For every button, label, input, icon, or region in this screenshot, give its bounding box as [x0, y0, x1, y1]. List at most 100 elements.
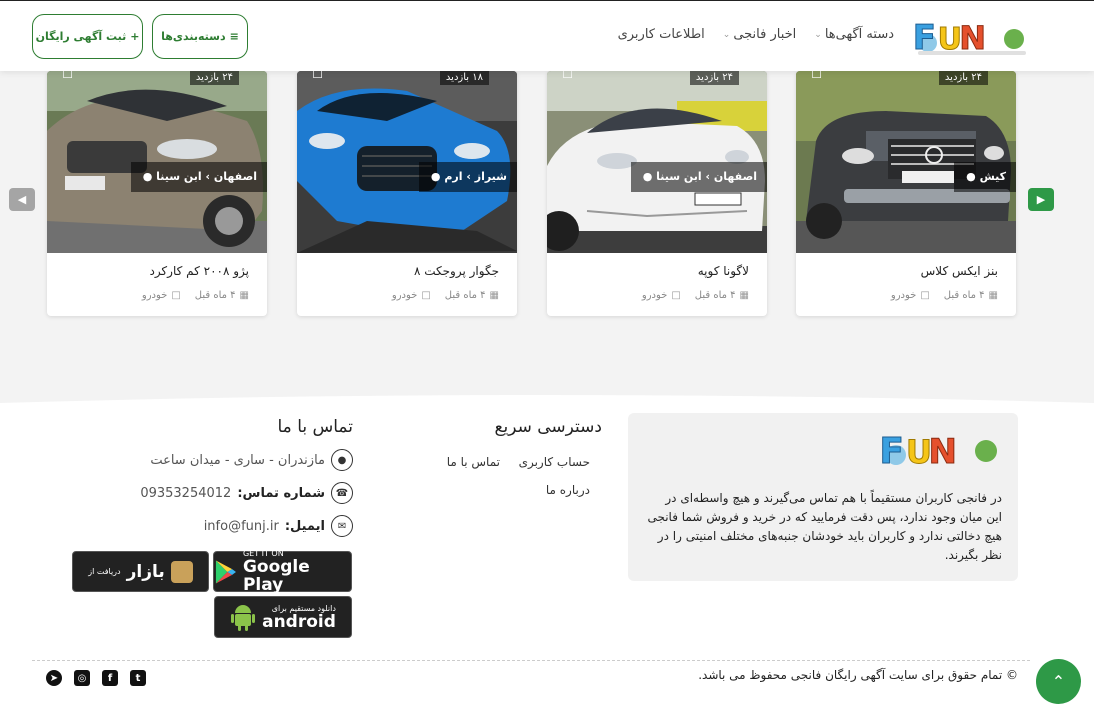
ad-time-text: ۴ ماه قبل [444, 290, 486, 301]
bazaar-big-text: بازار [126, 561, 165, 582]
ad-image[interactable]: ۲۴ بازدید ☐ اصفهان › ابن سینا ● [547, 71, 767, 253]
map-marker-icon: ● [331, 449, 353, 471]
nav-item-label: دسته آگهی‌ها [824, 27, 894, 42]
bazaar-small-text: دریافت از [88, 567, 121, 576]
location-tag: شیراز › ارم ● [418, 162, 517, 192]
instagram-icon[interactable]: ◎ [74, 670, 90, 686]
ad-carousel: ۲۴ بازدید ☐ کیش ● بنز ایکس کلاس ▦ ۴ ماه ق… [0, 71, 1094, 321]
chevron-down-icon: ⌄ [722, 29, 731, 40]
contact-section: تماس با ما [150, 417, 354, 437]
contact-title: تماس با ما [277, 417, 354, 437]
bazaar-bag-icon [170, 560, 193, 583]
android-download-badge[interactable]: دانلود مستقیم برای android [214, 596, 352, 638]
copyright-text: © تمام حقوق برای سایت آگهی رایگان فانجی … [698, 668, 1018, 682]
scroll-to-top-button[interactable]: ⌃ [1036, 659, 1081, 704]
ad-image[interactable]: ۱۸ بازدید ☐ شیراز › ارم ● [297, 71, 517, 253]
facebook-icon[interactable]: f [102, 670, 118, 686]
ad-card[interactable]: ۱۸ بازدید ☐ شیراز › ارم ● جگوار پروجکت ۸… [297, 71, 517, 316]
cafe-bazaar-badge[interactable]: دریافت از بازار [72, 551, 209, 592]
list-icon: ≡ [229, 30, 239, 43]
link-user-account[interactable]: حساب کاربری [500, 455, 590, 469]
location-tag: کیش ● [954, 162, 1016, 192]
chevron-right-icon: ▶ [1036, 193, 1046, 206]
google-play-badge[interactable]: GET IT ON Google Play [213, 549, 352, 595]
location-text: شیراز › ارم [444, 170, 507, 183]
carousel-prev-button[interactable]: ◀ [9, 188, 35, 211]
quick-access: دسترسی سریع حساب کاربری تماس با ما دربار… [404, 417, 602, 497]
ad-category-text: خودرو [391, 290, 418, 301]
location-text: اصفهان › ابن سینا [156, 170, 257, 183]
address-row: ● مازندران - ساری - میدان ساعت [150, 449, 353, 471]
views-badge: ۲۴ بازدید [689, 71, 739, 85]
fun-logo-icon: F U N [912, 18, 1026, 59]
calendar-icon: ▦ [739, 290, 749, 301]
ad-time: ▦ ۴ ماه قبل [944, 290, 998, 301]
ad-image[interactable]: ۲۴ بازدید ☐ اصفهان › ابن سینا ● [47, 71, 267, 253]
telegram-icon[interactable]: ➤ [46, 670, 62, 686]
footer-logo[interactable]: F U N [879, 423, 1002, 473]
bookmark-icon[interactable]: ☐ [311, 71, 323, 81]
chevron-down-icon: ⌄ [814, 29, 822, 40]
phone-row: ☎ شماره تماس: 09353254012 [140, 482, 353, 504]
ad-title[interactable]: بنز ایکس کلاس [921, 264, 998, 278]
quick-links: حساب کاربری تماس با ما درباره ما [410, 455, 590, 497]
post-ad-button-label: ثبت آگهی رایگان [35, 30, 127, 43]
location-text: کیش [979, 170, 1006, 183]
ad-meta: ▦ ۴ ماه قبل □ خودرو [142, 290, 249, 301]
twitter-icon[interactable]: t [130, 670, 146, 686]
location-pin-icon: ● [642, 170, 653, 183]
location-pin-icon: ● [142, 170, 153, 183]
link-contact-us[interactable]: تماس با ما [410, 455, 500, 469]
ad-time: ▦ ۴ ماه قبل [695, 290, 749, 301]
ad-title[interactable]: لاگونا کوپه [698, 264, 749, 278]
nav-item-funj-news[interactable]: اخبار فانجی ⌄ [723, 27, 797, 42]
ad-meta: ▦ ۴ ماه قبل □ خودرو [642, 290, 749, 301]
phone-label: شماره تماس: [237, 485, 325, 501]
about-text: در فانجی کاربران مستقیماً با هم تماس می‌… [647, 491, 1002, 562]
nav-item-user-info[interactable]: اطلاعات کاربری [618, 27, 705, 42]
location-text: اصفهان › ابن سینا [656, 170, 757, 183]
ad-card[interactable]: ۲۴ بازدید ☐ کیش ● بنز ایکس کلاس ▦ ۴ ماه ق… [796, 71, 1016, 316]
bookmark-icon[interactable]: ☐ [810, 71, 822, 81]
link-about-us[interactable]: درباره ما [500, 483, 590, 497]
ad-category: □ خودرو [142, 290, 181, 301]
categories-button-label: دسته‌بندی‌ها [161, 30, 226, 43]
ad-category-text: خودرو [890, 290, 917, 301]
ad-time-text: ۴ ماه قبل [943, 290, 985, 301]
ad-time-text: ۴ ماه قبل [694, 290, 736, 301]
ad-card[interactable]: ۲۴ بازدید ☐ اصفهان › ابن سینا ● پژو ۲۰۰۸… [47, 71, 267, 316]
android-robot-icon [231, 605, 256, 631]
footer-divider [32, 660, 1030, 661]
phone-icon: ☎ [331, 482, 353, 504]
location-tag: اصفهان › ابن سینا ● [630, 162, 767, 192]
categories-button[interactable]: ≡ دسته‌بندی‌ها [152, 14, 248, 59]
views-badge: ۱۸ بازدید [439, 71, 489, 85]
location-pin-icon: ● [430, 170, 441, 183]
main-nav: دسته آگهی‌ها ⌄ اخبار فانجی ⌄ اطلاعات کار… [618, 27, 894, 42]
site-logo[interactable]: F U N [912, 13, 1030, 59]
address-text: مازندران - ساری - میدان ساعت [150, 452, 325, 468]
post-free-ad-button[interactable]: + ثبت آگهی رایگان [32, 14, 143, 59]
envelope-icon: ✉ [331, 515, 353, 537]
folder-icon: □ [671, 290, 681, 301]
email-address[interactable]: info@funj.ir [204, 519, 279, 534]
nav-item-label: اطلاعات کاربری [617, 27, 705, 42]
bookmark-icon[interactable]: ☐ [561, 71, 573, 81]
google-play-big-text: Google Play [242, 557, 310, 595]
ad-image[interactable]: ۲۴ بازدید ☐ کیش ● [796, 71, 1016, 253]
ad-title[interactable]: پژو ۲۰۰۸ کم کارکرد [149, 264, 249, 278]
location-tag: اصفهان › ابن سینا ● [130, 162, 267, 192]
phone-number[interactable]: 09353254012 [140, 486, 231, 501]
ad-category-text: خودرو [141, 290, 168, 301]
chevron-left-icon: ◀ [17, 193, 27, 206]
bookmark-icon[interactable]: ☐ [61, 71, 73, 81]
ad-category-text: خودرو [641, 290, 668, 301]
android-big-text: android [262, 611, 336, 632]
carousel-next-button[interactable]: ▶ [1028, 188, 1054, 211]
ad-title[interactable]: جگوار پروجکت ۸ [414, 264, 499, 278]
calendar-icon: ▦ [489, 290, 499, 301]
google-play-icon [215, 560, 236, 583]
nav-item-ad-categories[interactable]: دسته آگهی‌ها ⌄ [814, 27, 894, 42]
ad-card[interactable]: ۲۴ بازدید ☐ اصفهان › ابن سینا ● لاگونا ک… [547, 71, 767, 316]
views-badge: ۲۴ بازدید [938, 71, 988, 85]
